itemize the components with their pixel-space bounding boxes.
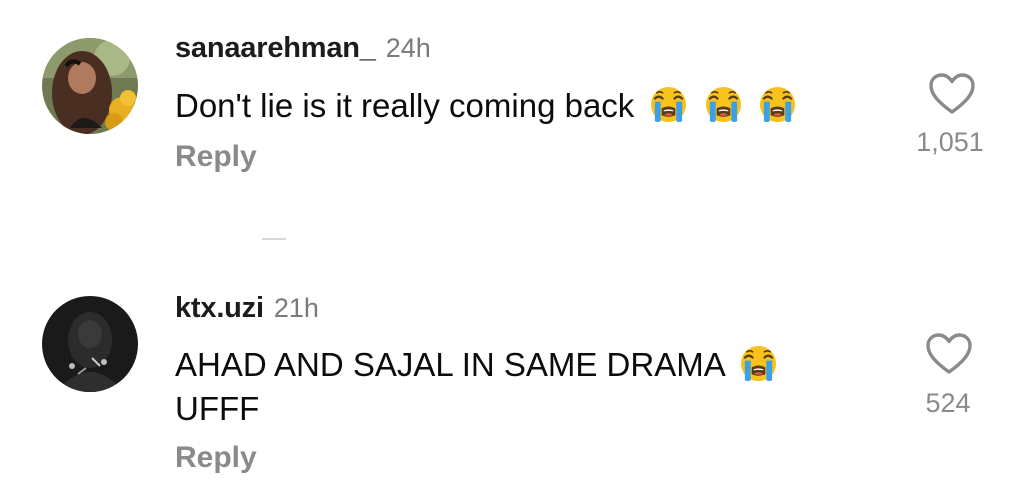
username[interactable]: sanaarehman_ [175,32,376,65]
comment-text-block: Don't lie is it really coming back [175,84,875,128]
like-button[interactable] [928,72,976,116]
comment-header: sanaarehman_ 24h [175,32,431,65]
loudly-crying-face-icon [649,85,688,124]
timestamp: 21h [273,293,319,323]
comment-text-line2: UFFF [175,390,260,427]
heart-outline-icon [925,332,973,376]
timestamp: 24h [385,33,431,63]
avatar[interactable] [42,38,138,134]
reply-button[interactable]: Reply [175,140,257,174]
loudly-crying-face-icon [758,85,797,124]
comment-header: ktx.uzi 21h [175,292,319,325]
like-count: 1,051 [916,127,984,157]
divider [262,238,286,240]
comment-text: AHAD AND SAJAL IN SAME DRAMA [175,346,724,383]
comment-text: Don't lie is it really coming back [175,87,635,124]
like-button[interactable] [925,332,973,376]
avatar[interactable] [42,296,138,392]
comment-text-block: AHAD AND SAJAL IN SAME DRAMA UFFF [175,343,875,431]
loudly-crying-face-icon [704,85,743,124]
loudly-crying-face-icon [739,344,778,383]
reply-button[interactable]: Reply [175,441,257,475]
like-count: 524 [925,388,971,418]
heart-outline-icon [928,72,976,116]
username[interactable]: ktx.uzi [175,292,264,325]
